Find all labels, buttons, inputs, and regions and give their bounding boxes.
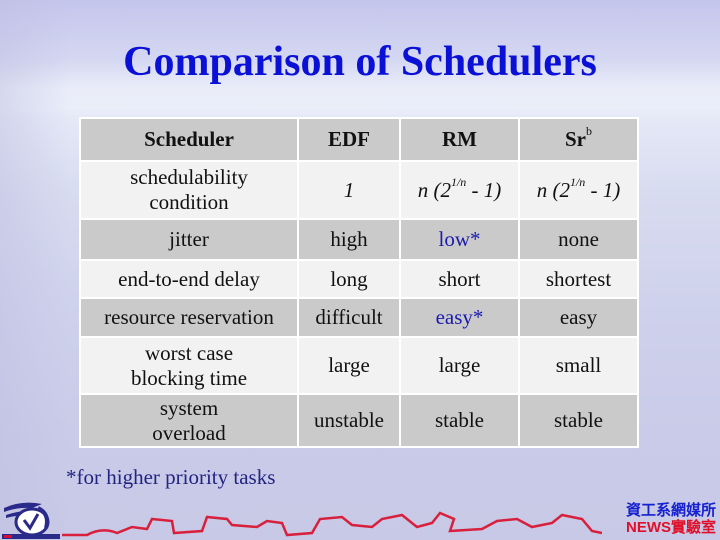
cell-edf: unstable [297,393,401,448]
lab-name: 資工系網媒所 NEWS實驗室 [626,502,716,536]
table-row: end-to-end delay long short shortest [79,259,639,299]
cell-edf: high [297,218,401,261]
row-label: resource reservation [79,297,299,338]
cell-rm-base: n (2 [417,177,451,202]
cell-edf: difficult [297,297,401,338]
footnote: *for higher priority tasks [66,465,276,489]
scheduler-comparison-table: Scheduler EDF RM Srb schedulability condi… [79,117,639,448]
cell-rm: low* [399,218,520,261]
table-row: worst case blocking time large large smal… [79,336,639,395]
row-label-line1: schedulability [130,165,248,189]
row-label: worst case blocking time [79,336,299,395]
table-row: jitter high low* none [79,218,639,261]
cell-rm: stable [399,393,520,448]
cell-sr: small [518,336,639,395]
header-scheduler: Scheduler [79,117,299,162]
cell-edf: 1 [297,160,401,220]
cell-sr-exponent: 1/n [569,174,586,189]
cell-edf: large [297,336,401,395]
cell-edf: long [297,259,401,299]
row-label-line2: overload [152,420,226,445]
cell-sr: shortest [518,259,639,299]
header-sr-sup: b [586,124,592,138]
table-row: schedulability condition 1 n (21/n - 1) n… [79,160,639,220]
cell-sr: stable [518,393,639,448]
cell-rm: easy* [399,297,520,338]
skyline-decoration-icon [62,511,602,537]
row-label-line1: system [159,395,219,420]
table-header-row: Scheduler EDF RM Srb [79,117,639,162]
slide-title: Comparison of Schedulers [123,39,597,85]
cell-sr: none [518,218,639,261]
cell-sr-tail: - 1) [585,177,621,202]
cell-rm-exponent: 1/n [450,174,467,189]
row-label-line2: blocking time [130,365,248,390]
header-sr: Srb [518,117,639,162]
cell-rm: large [399,336,520,395]
row-label-line2: condition [149,190,229,214]
cell-sr: n (21/n - 1) [518,160,639,220]
cell-rm: short [399,259,520,299]
lab-name-line2: NEWS實驗室 [625,519,716,536]
lab-logo-icon [2,502,60,539]
row-label-line1: worst case [144,340,234,365]
row-label: system overload [79,393,299,448]
header-rm: RM [399,117,520,162]
cell-rm: n (21/n - 1) [399,160,520,220]
cell-rm-tail: - 1) [466,177,502,202]
header-sr-base: Sr [565,127,586,151]
cell-sr-base: n (2 [536,177,570,202]
lab-name-line1: 資工系網媒所 [625,502,716,519]
table-row: resource reservation difficult easy* eas… [79,297,639,338]
table-row: system overload unstable stable stable [79,393,639,448]
header-edf: EDF [297,117,401,162]
row-label: schedulability condition [79,160,299,220]
row-label: jitter [79,218,299,261]
cell-sr: easy [518,297,639,338]
row-label: end-to-end delay [79,259,299,299]
